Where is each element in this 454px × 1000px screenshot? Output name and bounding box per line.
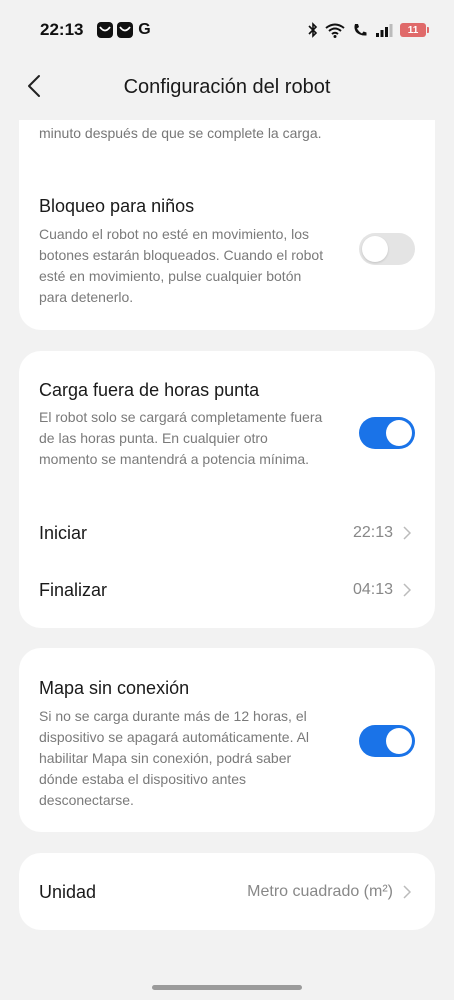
header: Configuración del robot <box>0 60 454 114</box>
wifi-icon <box>325 23 345 38</box>
chevron-right-icon <box>403 884 415 900</box>
app-icon-1 <box>97 22 114 38</box>
child-lock-toggle[interactable] <box>359 233 415 265</box>
unit-label: Unidad <box>39 881 97 902</box>
app-icon-2 <box>117 22 134 38</box>
end-time-row[interactable]: Finalizar 04:13 <box>19 565 435 615</box>
off-peak-description: El robot solo se cargará completamente f… <box>39 409 323 467</box>
call-icon <box>354 24 367 36</box>
google-icon: G <box>138 21 151 38</box>
toggle-knob <box>386 420 412 446</box>
chevron-right-icon <box>403 582 415 598</box>
battery-icon: 11 <box>400 23 429 37</box>
toggle-knob <box>362 236 388 262</box>
off-peak-title: Carga fuera de horas punta <box>39 380 260 400</box>
unit-row[interactable]: Unidad Metro cuadrado (m²) <box>19 867 435 917</box>
chevron-left-icon <box>28 75 40 97</box>
card-off-peak: Carga fuera de horas punta El robot solo… <box>19 351 435 628</box>
home-indicator[interactable] <box>152 985 302 990</box>
off-peak-toggle[interactable] <box>359 417 415 449</box>
charging-note-text: minuto después de que se complete la car… <box>39 125 322 141</box>
chevron-right-icon <box>403 525 415 541</box>
card-unit: Unidad Metro cuadrado (m²) <box>19 853 435 930</box>
status-right: 11 <box>308 22 429 38</box>
page-title: Configuración del robot <box>123 75 331 98</box>
status-time: 22:13 <box>40 20 84 39</box>
status-app-icons: G <box>97 21 151 38</box>
toggle-knob <box>386 728 412 754</box>
offline-map-toggle[interactable] <box>359 725 415 757</box>
child-lock-title: Bloqueo para niños <box>39 196 195 216</box>
offline-map-title: Mapa sin conexión <box>39 678 190 698</box>
bluetooth-icon <box>308 22 318 38</box>
start-time-row[interactable]: Iniciar 22:13 <box>19 508 435 558</box>
start-time-label: Iniciar <box>39 522 88 543</box>
signal-icon <box>376 24 393 37</box>
unit-value: Metro cuadrado (m²) <box>247 883 393 900</box>
child-lock-description: Cuando el robot no esté en movimiento, l… <box>39 226 324 305</box>
end-time-label: Finalizar <box>39 579 108 600</box>
card-offline-map: Mapa sin conexión Si no se carga durante… <box>19 648 435 832</box>
card-child-lock: minuto después de que se complete la car… <box>19 120 435 330</box>
status-bar: 22:13 G 11 <box>0 0 454 60</box>
back-button[interactable] <box>18 70 50 102</box>
offline-map-description: Si no se carga durante más de 12 horas, … <box>39 708 310 808</box>
start-time-value: 22:13 <box>352 524 393 541</box>
end-time-value: 04:13 <box>352 581 393 598</box>
